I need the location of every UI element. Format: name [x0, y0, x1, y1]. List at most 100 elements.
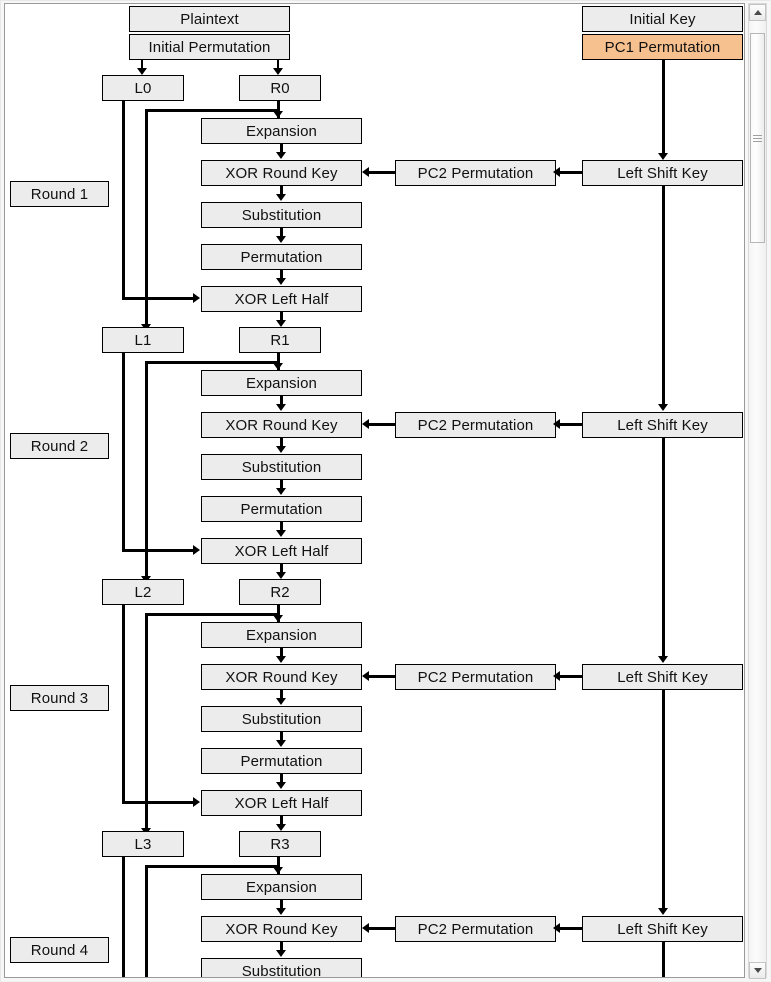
arrowhead-xor-sub-2	[276, 446, 286, 453]
node-xor-left-half-2[interactable]: XOR Left Half	[201, 538, 362, 564]
node-pc2-permutation-1[interactable]: PC2 Permutation	[395, 160, 556, 186]
node-pc2-permutation-2[interactable]: PC2 Permutation	[395, 412, 556, 438]
arrowhead-perm-xorleft-1	[276, 278, 286, 285]
node-xor-round-key-1[interactable]: XOR Round Key	[201, 160, 362, 186]
scrollbar-thumb[interactable]	[750, 33, 765, 243]
connector-r2-branch	[145, 613, 279, 616]
connector-r0-branch	[145, 109, 279, 112]
chevron-down-icon	[753, 968, 762, 973]
connector-r1-to-l2	[145, 361, 148, 582]
label-round-1: Round 1	[10, 181, 109, 207]
node-substitution-1[interactable]: Substitution	[201, 202, 362, 228]
node-substitution-3[interactable]: Substitution	[201, 706, 362, 732]
node-pc2-permutation-4[interactable]: PC2 Permutation	[395, 916, 556, 942]
arrowhead-r3-to-expansion	[273, 867, 283, 874]
node-half-r3[interactable]: R3	[239, 831, 321, 857]
node-xor-round-key-3[interactable]: XOR Round Key	[201, 664, 362, 690]
connector-pc2-to-xor-1	[369, 171, 395, 174]
node-initial-key[interactable]: Initial Key	[582, 6, 743, 32]
arrowhead-shift-to-pc2-3	[553, 671, 560, 681]
arrowhead-xorleft-to-r1	[276, 320, 286, 327]
arrowhead-sub-perm-2	[276, 488, 286, 495]
connector-shift-1-to-2	[662, 186, 665, 408]
label-round-2: Round 2	[10, 433, 109, 459]
arrowhead-pc2-to-xor-1	[362, 167, 369, 177]
scroll-up-button[interactable]	[749, 4, 766, 21]
arrowhead-perm-xorleft-3	[276, 782, 286, 789]
connector-shift-3-to-4	[662, 690, 665, 912]
arrowhead-sub-perm-1	[276, 236, 286, 243]
arrowhead-r0-to-expansion	[273, 111, 283, 118]
node-left-shift-key-1[interactable]: Left Shift Key	[582, 160, 743, 186]
node-half-l3[interactable]: L3	[102, 831, 184, 857]
des-flowchart: Plaintext Initial Permutation Initial Ke…	[5, 4, 744, 977]
node-substitution-2[interactable]: Substitution	[201, 454, 362, 480]
node-plaintext[interactable]: Plaintext	[129, 6, 290, 32]
connector-pc2-to-xor-2	[369, 423, 395, 426]
arrowhead-r1-to-expansion	[273, 363, 283, 370]
node-expansion-1[interactable]: Expansion	[201, 118, 362, 144]
node-expansion-3[interactable]: Expansion	[201, 622, 362, 648]
connector-r2-to-l3	[145, 613, 148, 834]
node-expansion-4[interactable]: Expansion	[201, 874, 362, 900]
node-left-shift-key-4[interactable]: Left Shift Key	[582, 916, 743, 942]
node-xor-left-half-1[interactable]: XOR Left Half	[201, 286, 362, 312]
arrowhead-sub-perm-3	[276, 740, 286, 747]
node-xor-round-key-2[interactable]: XOR Round Key	[201, 412, 362, 438]
node-left-shift-key-3[interactable]: Left Shift Key	[582, 664, 743, 690]
label-round-4: Round 4	[10, 937, 109, 963]
connector-l1-down	[122, 353, 125, 552]
vertical-scrollbar[interactable]	[748, 3, 767, 979]
node-pc1-permutation[interactable]: PC1 Permutation	[582, 34, 743, 60]
node-half-r0[interactable]: R0	[239, 75, 321, 101]
node-permutation-2[interactable]: Permutation	[201, 496, 362, 522]
arrowhead-shift-2-to-3	[658, 656, 668, 663]
node-permutation-1[interactable]: Permutation	[201, 244, 362, 270]
diagram-canvas: Plaintext Initial Permutation Initial Ke…	[4, 3, 745, 978]
connector-pc2-to-xor-4	[369, 927, 395, 930]
arrowhead-xorleft-to-r3	[276, 824, 286, 831]
connector-l0-down	[122, 101, 125, 300]
arrowhead-exp-xor-1	[276, 152, 286, 159]
arrowhead-ip-to-r0	[273, 68, 283, 75]
node-half-l1[interactable]: L1	[102, 327, 184, 353]
node-permutation-3[interactable]: Permutation	[201, 748, 362, 774]
node-pc2-permutation-3[interactable]: PC2 Permutation	[395, 664, 556, 690]
connector-shift-to-pc2-1	[559, 171, 582, 174]
node-half-l2[interactable]: L2	[102, 579, 184, 605]
label-round-3: Round 3	[10, 685, 109, 711]
arrowhead-pc1-to-shift-1	[658, 153, 668, 160]
connector-shift-to-pc2-3	[559, 675, 582, 678]
scrollbar-grip-icon	[753, 134, 762, 142]
node-half-l0[interactable]: L0	[102, 75, 184, 101]
node-left-shift-key-2[interactable]: Left Shift Key	[582, 412, 743, 438]
connector-l1-to-xorleft	[122, 549, 196, 552]
connector-shift-2-to-3	[662, 438, 665, 660]
arrowhead-xor-sub-4	[276, 950, 286, 957]
arrowhead-shift-to-pc2-2	[553, 419, 560, 429]
node-xor-left-half-3[interactable]: XOR Left Half	[201, 790, 362, 816]
arrowhead-shift-to-pc2-1	[553, 167, 560, 177]
chevron-up-icon	[753, 10, 762, 15]
node-substitution-4[interactable]: Substitution	[201, 958, 362, 977]
arrowhead-pc2-to-xor-2	[362, 419, 369, 429]
connector-r0-to-l1	[145, 109, 148, 330]
arrowhead-xorleft-to-r2	[276, 572, 286, 579]
arrowhead-r2-to-expansion	[273, 615, 283, 622]
connector-shift-4-down	[662, 942, 665, 977]
arrowhead-shift-1-to-2	[658, 404, 668, 411]
node-half-r2[interactable]: R2	[239, 579, 321, 605]
node-expansion-2[interactable]: Expansion	[201, 370, 362, 396]
connector-r3-branch	[145, 865, 279, 868]
connector-l2-to-xorleft	[122, 801, 196, 804]
connector-shift-to-pc2-4	[559, 927, 582, 930]
connector-shift-to-pc2-2	[559, 423, 582, 426]
scroll-down-button[interactable]	[749, 962, 766, 979]
connector-l3-down	[122, 857, 125, 977]
connector-l2-down	[122, 605, 125, 804]
connector-l0-to-xorleft	[122, 297, 196, 300]
node-initial-permutation[interactable]: Initial Permutation	[129, 34, 290, 60]
node-half-r1[interactable]: R1	[239, 327, 321, 353]
arrowhead-ip-to-l0	[137, 68, 147, 75]
node-xor-round-key-4[interactable]: XOR Round Key	[201, 916, 362, 942]
